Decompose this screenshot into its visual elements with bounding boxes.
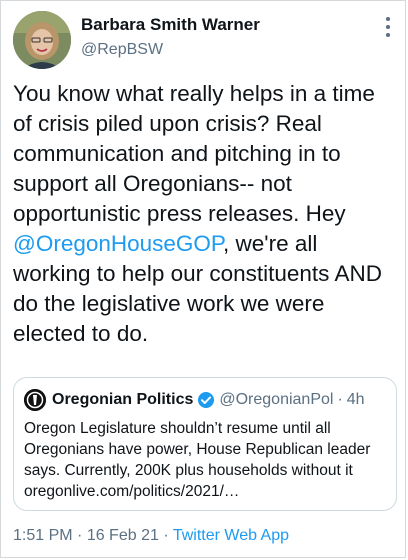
quoted-tweet-time[interactable]: 4h <box>347 391 365 409</box>
quoted-tweet-header: Oregonian Politics @OregonianPol · 4h <box>24 388 365 412</box>
separator: · <box>158 527 173 544</box>
tweet-text-part: You know what really helps in a time of … <box>13 81 375 226</box>
tweet-meta: 1:51 PM · 16 Feb 21 · Twitter Web App <box>13 527 289 545</box>
separator: · <box>72 527 87 544</box>
tweet-card: Barbara Smith Warner @RepBSW You know wh… <box>0 0 406 558</box>
author-avatar[interactable] <box>13 11 71 69</box>
verified-badge-icon <box>197 391 215 409</box>
separator: · <box>337 391 343 408</box>
quoted-author-avatar[interactable] <box>24 389 46 411</box>
tweet-text: You know what really helps in a time of … <box>13 79 397 349</box>
quoted-author-name[interactable]: Oregonian Politics <box>52 391 193 409</box>
author-name[interactable]: Barbara Smith Warner <box>81 15 260 35</box>
quoted-tweet-text: Oregon Legislature shouldn’t resume unti… <box>24 420 371 500</box>
tweet-source[interactable]: Twitter Web App <box>173 527 289 544</box>
author-handle[interactable]: @RepBSW <box>81 41 163 59</box>
mention-link[interactable]: @OregonHouseGOP <box>13 231 223 256</box>
quoted-author-handle[interactable]: @OregonianPol <box>219 391 333 409</box>
tweet-date[interactable]: 16 Feb 21 <box>87 527 159 544</box>
quoted-tweet[interactable]: Oregonian Politics @OregonianPol · 4h Or… <box>13 377 397 511</box>
more-vertical-icon[interactable] <box>385 17 391 37</box>
tweet-time[interactable]: 1:51 PM <box>13 527 73 544</box>
